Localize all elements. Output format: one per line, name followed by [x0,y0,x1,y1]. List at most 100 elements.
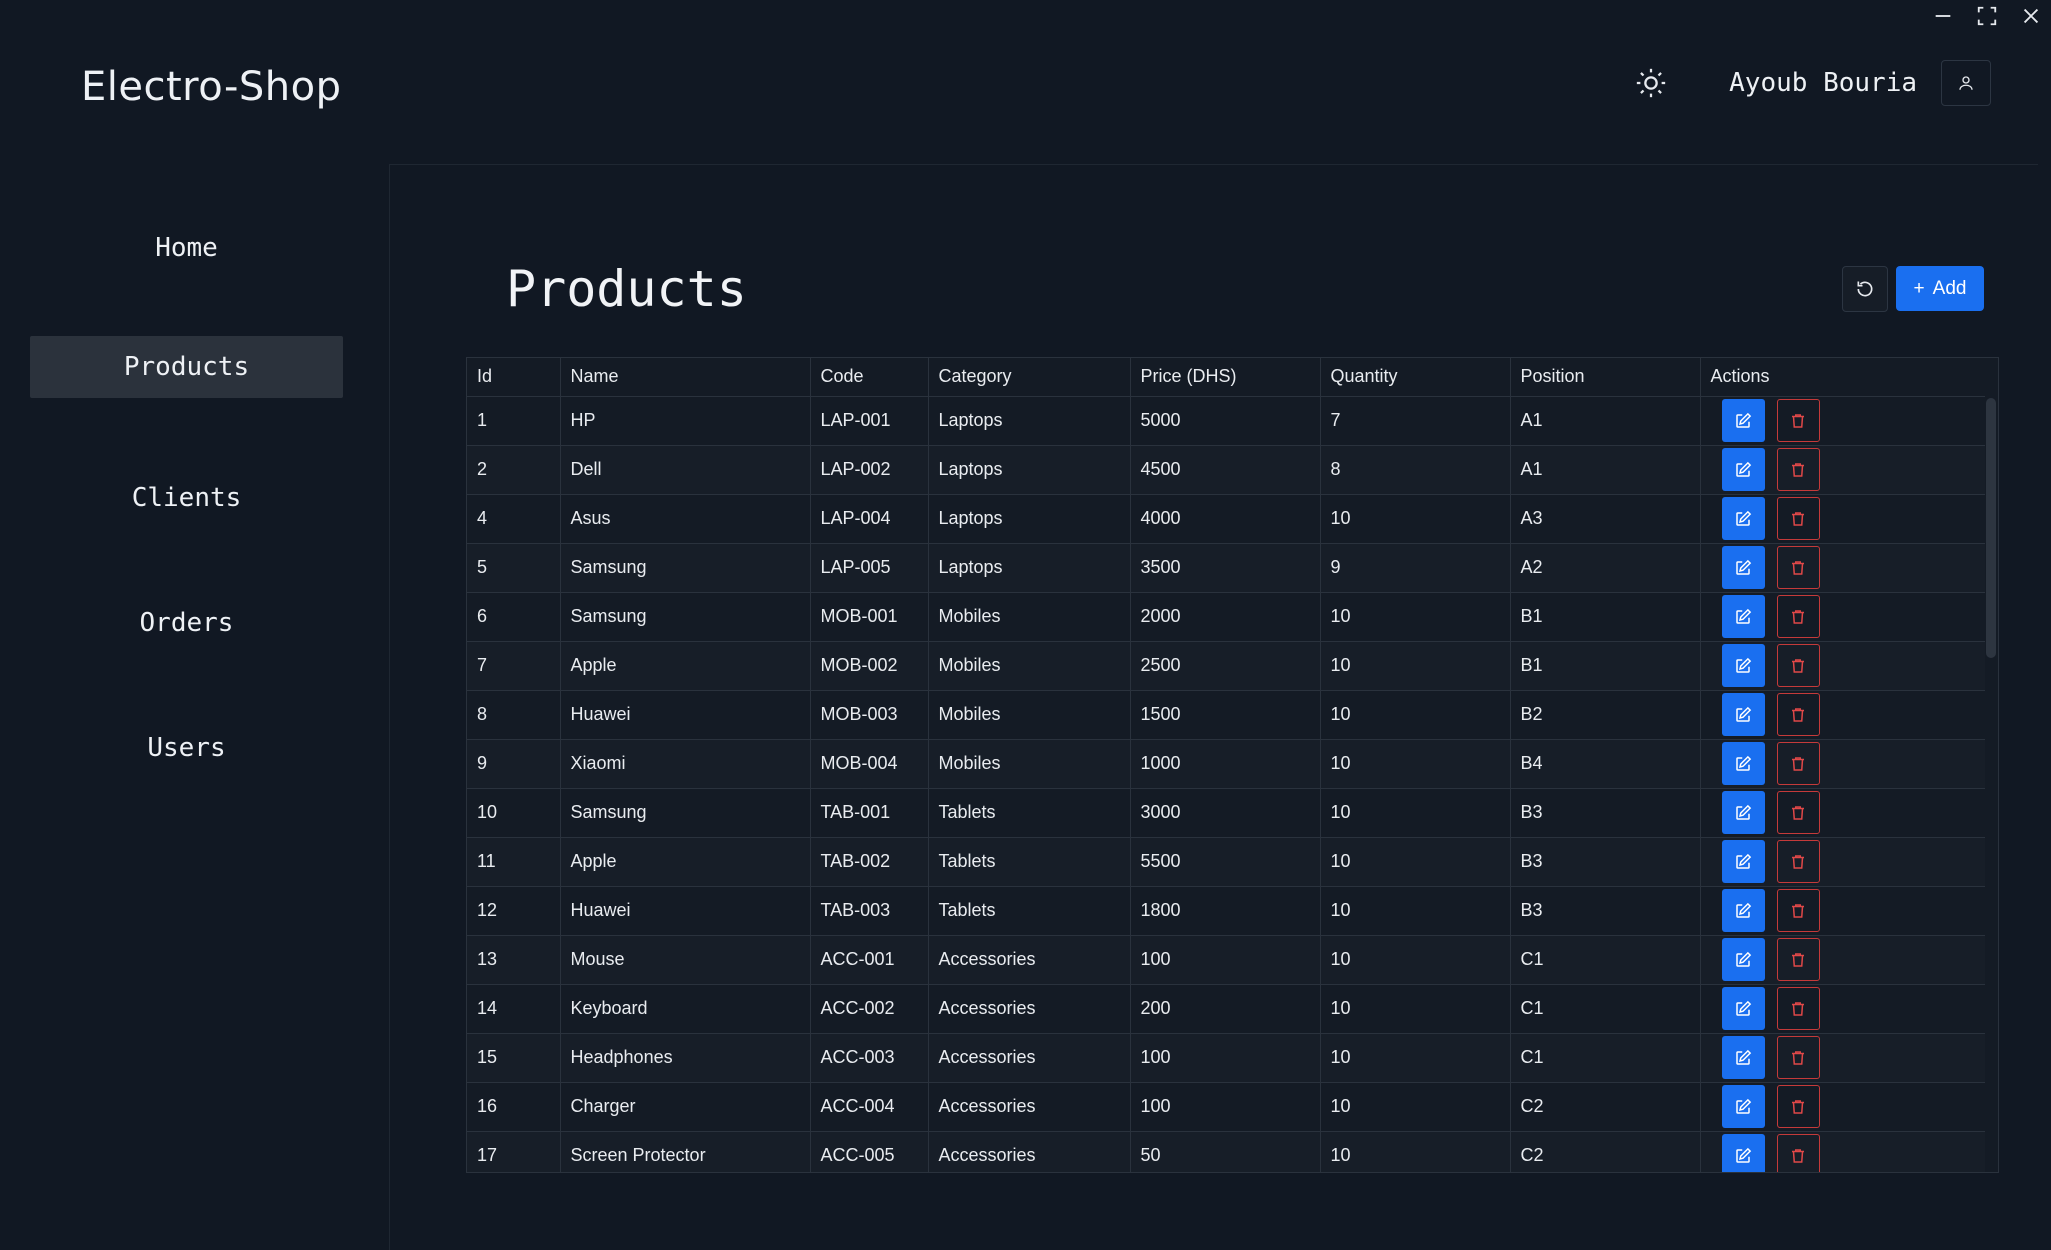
cell-position: B3 [1510,837,1701,887]
delete-button[interactable] [1776,987,1820,1030]
delete-button[interactable] [1776,644,1820,687]
trash-icon [1792,1001,1804,1016]
delete-button[interactable] [1776,497,1820,540]
delete-button[interactable] [1776,1134,1820,1172]
cell-category: Accessories [928,984,1131,1034]
column-header-name[interactable]: Name [560,358,811,397]
edit-button[interactable] [1721,448,1765,491]
edit-icon [1736,755,1752,771]
delete-button[interactable] [1776,840,1820,883]
trash-icon [1792,1099,1804,1114]
cell-name: Mouse [560,935,811,985]
close-icon[interactable] [2019,4,2043,28]
table-scrollbar[interactable] [1986,398,1996,658]
delete-button[interactable] [1776,938,1820,981]
cell-name: Apple [560,641,811,691]
cell-quantity: 8 [1320,445,1511,495]
edit-button[interactable] [1721,693,1765,736]
edit-button[interactable] [1721,644,1765,687]
column-header-category[interactable]: Category [928,358,1131,397]
cell-id: 7 [467,641,561,691]
table-row[interactable]: 17 Screen Protector ACC-005 Accessories 50 10… [467,1131,1985,1172]
delete-button[interactable] [1776,448,1820,491]
table-row[interactable]: 14 Keyboard ACC-002 Accessories 200 10 C1 [467,984,1985,1034]
trash-icon [1792,756,1804,771]
cell-category: Tablets [928,837,1131,887]
table-row[interactable]: 6 Samsung MOB-001 Mobiles 2000 10 B1 [467,592,1985,642]
sun-icon[interactable] [1631,63,1671,103]
edit-button[interactable] [1721,840,1765,883]
cell-price: 2500 [1130,641,1321,691]
edit-button[interactable] [1721,938,1765,981]
sidebar-item-orders[interactable]: Orders [30,592,343,654]
cell-position: C2 [1510,1082,1701,1132]
sidebar-item-products[interactable]: Products [30,336,343,398]
edit-button[interactable] [1721,1085,1765,1128]
sidebar-item-clients[interactable]: Clients [30,467,343,529]
delete-button[interactable] [1776,889,1820,932]
trash-icon [1792,903,1804,918]
edit-button[interactable] [1721,1134,1765,1172]
table-row[interactable]: 15 Headphones ACC-003 Accessories 100 10 C1 [467,1033,1985,1083]
edit-button[interactable] [1721,399,1765,442]
column-header-actions: Actions [1700,358,1985,397]
table-row[interactable]: 5 Samsung LAP-005 Laptops 3500 9 A2 [467,543,1985,593]
add-button-label: Add [1932,277,1967,299]
delete-button[interactable] [1776,1036,1820,1079]
column-header-id[interactable]: Id [467,358,561,397]
column-header-price[interactable]: Price (DHS) [1130,358,1321,397]
delete-button[interactable] [1776,595,1820,638]
delete-button[interactable] [1776,399,1820,442]
table-row[interactable]: 4 Asus LAP-004 Laptops 4000 10 A3 [467,494,1985,544]
table-row[interactable]: 1 HP LAP-001 Laptops 5000 7 A1 [467,396,1985,446]
table-row[interactable]: 2 Dell LAP-002 Laptops 4500 8 A1 [467,445,1985,495]
table-row[interactable]: 12 Huawei TAB-003 Tablets 1800 10 B3 [467,886,1985,936]
cell-category: Tablets [928,886,1131,936]
edit-button[interactable] [1721,497,1765,540]
edit-button[interactable] [1721,742,1765,785]
delete-button[interactable] [1776,1085,1820,1128]
cell-id: 2 [467,445,561,495]
cell-position: B1 [1510,592,1701,642]
edit-button[interactable] [1721,546,1765,589]
cell-code: TAB-001 [810,788,929,838]
add-button[interactable]: + Add [1896,266,1984,311]
cell-category: Mobiles [928,592,1131,642]
cell-quantity: 10 [1320,984,1511,1034]
delete-button[interactable] [1776,791,1820,834]
user-menu-button[interactable] [1941,60,1991,106]
cell-quantity: 10 [1320,592,1511,642]
edit-icon [1736,461,1752,477]
edit-button[interactable] [1721,595,1765,638]
table-row[interactable]: 7 Apple MOB-002 Mobiles 2500 10 B1 [467,641,1985,691]
edit-button[interactable] [1721,1036,1765,1079]
column-header-code[interactable]: Code [810,358,929,397]
cell-position: C1 [1510,935,1701,985]
cell-name: Keyboard [560,984,811,1034]
table-body: 1 HP LAP-001 Laptops 5000 7 A1 2 Dell LAP-002 Lapt… [467,396,1985,1172]
table-row[interactable]: 9 Xiaomi MOB-004 Mobiles 1000 10 B4 [467,739,1985,789]
column-header-position[interactable]: Position [1510,358,1701,397]
maximize-icon[interactable] [1975,4,1999,28]
sidebar-item-users[interactable]: Users [30,717,343,779]
delete-button[interactable] [1776,742,1820,785]
table-row[interactable]: 11 Apple TAB-002 Tablets 5500 10 B3 [467,837,1985,887]
trash-icon [1792,1050,1804,1065]
edit-button[interactable] [1721,889,1765,932]
delete-button[interactable] [1776,693,1820,736]
edit-button[interactable] [1721,791,1765,834]
cell-quantity: 10 [1320,788,1511,838]
table-row[interactable]: 16 Charger ACC-004 Accessories 100 10 C2 [467,1082,1985,1132]
delete-button[interactable] [1776,546,1820,589]
table-row[interactable]: 8 Huawei MOB-003 Mobiles 1500 10 B2 [467,690,1985,740]
trash-icon [1792,511,1804,526]
minimize-icon[interactable] [1931,4,1955,28]
trash-icon [1792,805,1804,820]
table-row[interactable]: 10 Samsung TAB-001 Tablets 3000 10 B3 [467,788,1985,838]
sidebar-item-home[interactable]: Home [30,217,343,279]
edit-button[interactable] [1721,987,1765,1030]
refresh-button[interactable] [1842,266,1888,312]
column-header-quantity[interactable]: Quantity [1320,358,1511,397]
table-row[interactable]: 13 Mouse ACC-001 Accessories 100 10 C1 [467,935,1985,985]
cell-id: 17 [467,1131,561,1172]
